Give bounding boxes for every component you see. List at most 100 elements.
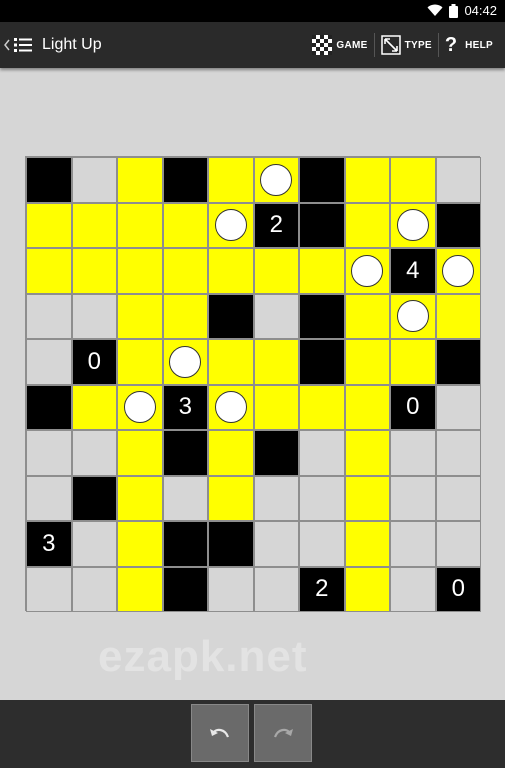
lit-cell[interactable] <box>162 202 208 248</box>
status-bar: 04:42 <box>0 0 505 22</box>
lit-cell[interactable] <box>344 202 390 248</box>
empty-cell[interactable] <box>253 566 299 612</box>
empty-cell[interactable] <box>253 293 299 339</box>
lit-cell[interactable] <box>26 248 72 294</box>
game-button-label: GAME <box>336 39 368 51</box>
lit-cell[interactable] <box>71 384 117 430</box>
empty-cell[interactable] <box>390 430 436 476</box>
type-button[interactable]: TYPE <box>375 22 438 68</box>
empty-cell[interactable] <box>390 475 436 521</box>
wall-clue-number: 3 <box>42 529 56 557</box>
lit-cell[interactable] <box>117 248 163 294</box>
empty-cell[interactable] <box>71 293 117 339</box>
empty-cell[interactable] <box>435 475 481 521</box>
lit-cell[interactable] <box>117 202 163 248</box>
lit-cell[interactable] <box>117 157 163 203</box>
bulb-cell[interactable] <box>344 248 390 294</box>
bulb-icon <box>123 391 156 424</box>
bulb-cell[interactable] <box>253 157 299 203</box>
lit-cell[interactable] <box>344 157 390 203</box>
game-button[interactable]: GAME <box>306 22 373 68</box>
lit-cell[interactable] <box>344 339 390 385</box>
empty-cell[interactable] <box>71 157 117 203</box>
bulb-cell[interactable] <box>390 293 436 339</box>
empty-cell[interactable] <box>299 475 345 521</box>
bulb-cell[interactable] <box>162 339 208 385</box>
lit-cell[interactable] <box>162 248 208 294</box>
empty-cell[interactable] <box>26 339 72 385</box>
bulb-cell[interactable] <box>435 248 481 294</box>
lit-cell[interactable] <box>162 293 208 339</box>
lit-cell[interactable] <box>299 384 345 430</box>
bulb-cell[interactable] <box>390 202 436 248</box>
wall-clue-number: 2 <box>315 575 329 603</box>
lit-cell[interactable] <box>117 521 163 567</box>
wall-clue-number: 2 <box>269 211 283 239</box>
lit-cell[interactable] <box>344 384 390 430</box>
app-title: Light Up <box>42 36 102 53</box>
empty-cell[interactable] <box>390 521 436 567</box>
wall-cell <box>162 566 208 612</box>
empty-cell[interactable] <box>26 566 72 612</box>
empty-cell[interactable] <box>253 475 299 521</box>
lit-cell[interactable] <box>390 339 436 385</box>
empty-cell[interactable] <box>299 430 345 476</box>
lit-cell[interactable] <box>344 566 390 612</box>
lit-cell[interactable] <box>208 430 254 476</box>
lit-cell[interactable] <box>117 475 163 521</box>
up-navigation[interactable]: Light Up <box>4 22 102 68</box>
lit-cell[interactable] <box>117 293 163 339</box>
lit-cell[interactable] <box>344 293 390 339</box>
undo-button[interactable] <box>191 704 249 762</box>
empty-cell[interactable] <box>26 430 72 476</box>
wall-cell: 3 <box>162 384 208 430</box>
empty-cell[interactable] <box>71 430 117 476</box>
help-button[interactable]: ? HELP <box>439 22 499 68</box>
lit-cell[interactable] <box>299 248 345 294</box>
empty-cell[interactable] <box>71 566 117 612</box>
lit-cell[interactable] <box>253 248 299 294</box>
empty-cell[interactable] <box>71 521 117 567</box>
bulb-icon <box>442 254 475 287</box>
wall-clue-number: 4 <box>406 256 420 284</box>
empty-cell[interactable] <box>435 157 481 203</box>
lit-cell[interactable] <box>253 384 299 430</box>
bulb-cell[interactable] <box>208 202 254 248</box>
status-time: 04:42 <box>464 3 497 18</box>
empty-cell[interactable] <box>253 521 299 567</box>
lit-cell[interactable] <box>117 339 163 385</box>
wall-cell <box>299 293 345 339</box>
empty-cell[interactable] <box>299 521 345 567</box>
lit-cell[interactable] <box>71 248 117 294</box>
bulb-cell[interactable] <box>117 384 163 430</box>
lit-cell[interactable] <box>253 339 299 385</box>
empty-cell[interactable] <box>208 566 254 612</box>
empty-cell[interactable] <box>435 521 481 567</box>
lit-cell[interactable] <box>344 521 390 567</box>
empty-cell[interactable] <box>162 475 208 521</box>
bulb-cell[interactable] <box>208 384 254 430</box>
lit-cell[interactable] <box>208 248 254 294</box>
action-bar-actions: GAME TYPE ? HELP <box>306 22 499 68</box>
lit-cell[interactable] <box>208 475 254 521</box>
resize-icon <box>380 35 401 55</box>
empty-cell[interactable] <box>26 293 72 339</box>
lit-cell[interactable] <box>117 430 163 476</box>
wall-cell <box>435 202 481 248</box>
lit-cell[interactable] <box>26 202 72 248</box>
empty-cell[interactable] <box>390 566 436 612</box>
empty-cell[interactable] <box>435 384 481 430</box>
lit-cell[interactable] <box>71 202 117 248</box>
lit-cell[interactable] <box>208 339 254 385</box>
empty-cell[interactable] <box>435 430 481 476</box>
redo-button[interactable] <box>254 704 312 762</box>
lit-cell[interactable] <box>390 157 436 203</box>
lit-cell[interactable] <box>344 475 390 521</box>
lit-cell[interactable] <box>435 293 481 339</box>
lit-cell[interactable] <box>208 157 254 203</box>
lit-cell[interactable] <box>344 430 390 476</box>
wall-cell <box>162 430 208 476</box>
wall-cell <box>26 157 72 203</box>
empty-cell[interactable] <box>26 475 72 521</box>
lit-cell[interactable] <box>117 566 163 612</box>
